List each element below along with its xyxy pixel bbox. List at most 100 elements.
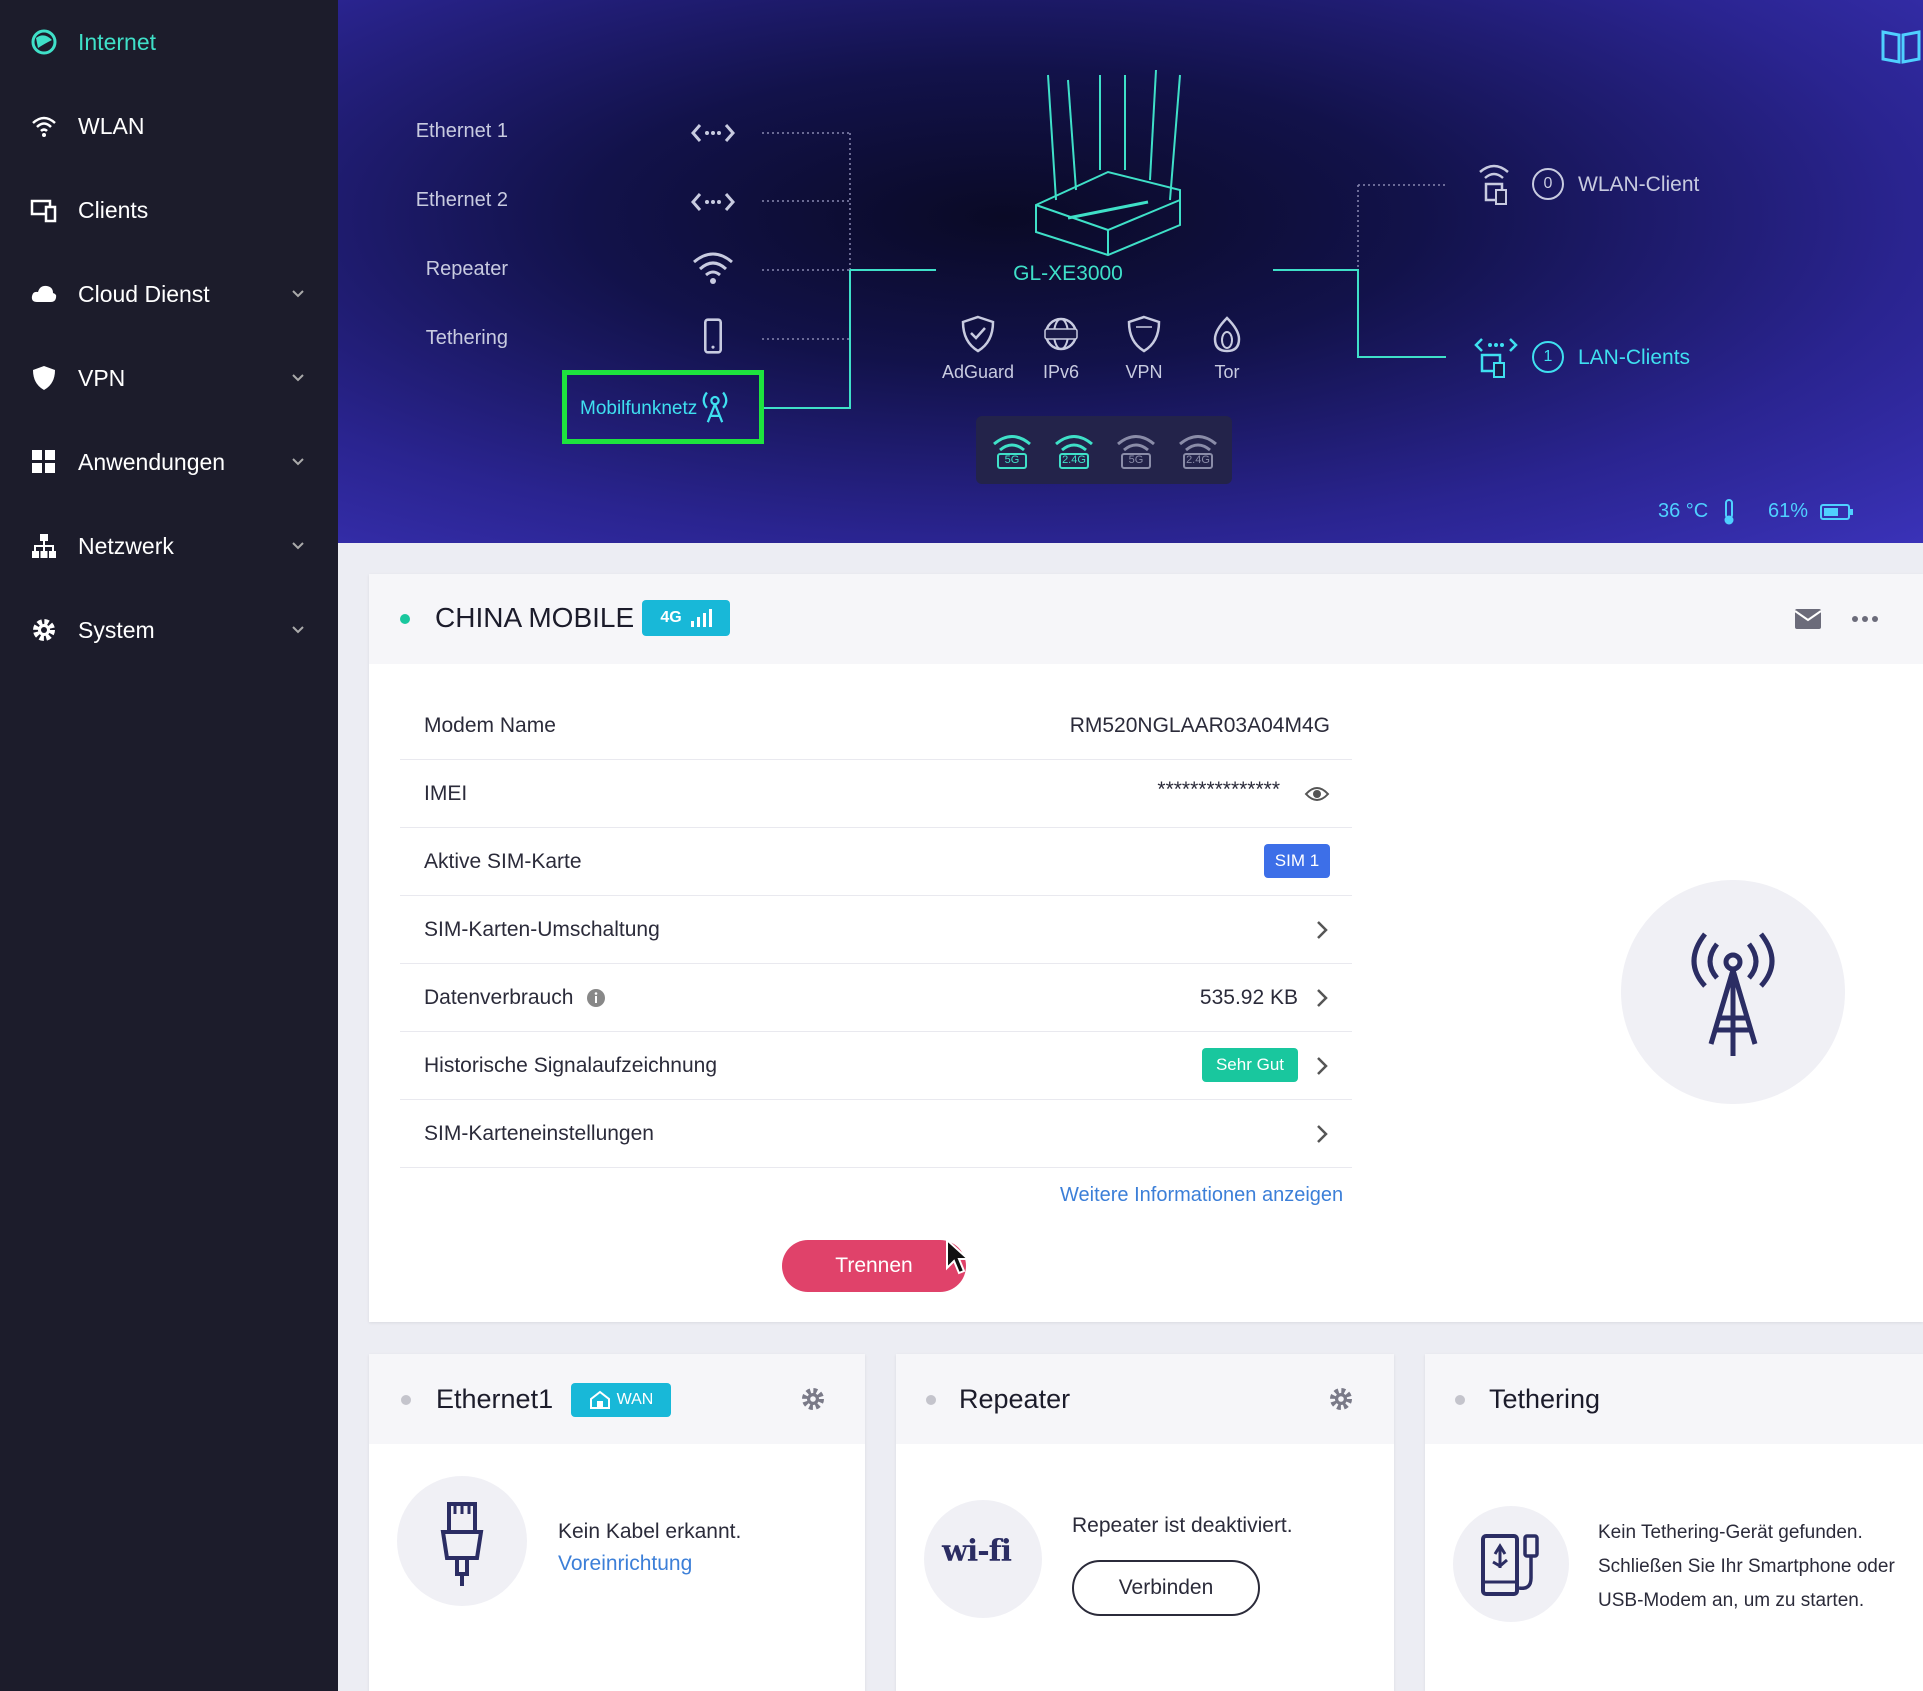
sim-settings-row[interactable]: SIM-Karteneinstellungen (400, 1100, 1352, 1168)
network-icon (32, 534, 56, 558)
eye-icon[interactable] (1304, 784, 1330, 804)
signal-history-row[interactable]: Historische Signalaufzeichnung Sehr Gut (400, 1032, 1352, 1100)
sidebar-item-label: WLAN (78, 112, 145, 139)
chevron-right-icon (1317, 1057, 1328, 1075)
feature-ipv6[interactable]: IPv6 (1021, 314, 1101, 383)
sidebar: Internet WLAN Clients Cloud Dienst VPN A… (0, 0, 338, 1691)
network-topology: Ethernet 1 Ethernet 2 Repeater Tethering… (338, 0, 1923, 543)
sidebar-item-system[interactable]: System (0, 600, 338, 660)
sidebar-item-label: Clients (78, 196, 149, 223)
sidebar-item-cloud[interactable]: Cloud Dienst (0, 264, 338, 324)
status-dot (400, 614, 410, 624)
lan-client-icon (1474, 338, 1518, 378)
carrier-name: CHINA MOBILE (435, 602, 635, 633)
more-options-icon[interactable] (1851, 614, 1879, 624)
wlan-client-icon (1479, 164, 1509, 205)
gear-icon[interactable] (1328, 1386, 1354, 1412)
phone-icon (704, 318, 722, 354)
shield-icon (33, 366, 55, 390)
chevron-down-icon (292, 290, 304, 298)
sidebar-item-wlan[interactable]: WLAN (0, 96, 338, 156)
sidebar-item-internet[interactable]: Internet (0, 12, 338, 72)
chevron-down-icon (292, 542, 304, 550)
repeater-status-text: Repeater ist deaktiviert. (1072, 1514, 1293, 1537)
globe-icon (31, 29, 57, 55)
wifi-band-label: 2.4G (1186, 454, 1210, 466)
row-label: Historische Signalaufzeichnung (424, 1054, 718, 1077)
feature-ipv6-label: IPv6 (1042, 362, 1080, 382)
info-icon[interactable] (586, 988, 606, 1008)
row-label: Datenverbrauch (424, 986, 574, 1009)
source-ethernet-2-label[interactable]: Ethernet 2 (338, 189, 508, 212)
sidebar-item-anwendungen[interactable]: Anwendungen (0, 432, 338, 492)
tethering-status-line: USB-Modem an, um zu starten. (1598, 1590, 1865, 1611)
connect-button[interactable]: Verbinden (1072, 1560, 1260, 1616)
source-tethering-label[interactable]: Tethering (338, 327, 508, 350)
chevron-right-icon (1317, 1125, 1328, 1143)
sidebar-item-label: Internet (78, 28, 156, 55)
feature-tor[interactable]: Tor (1187, 314, 1267, 383)
sim-badge: SIM 1 (1264, 844, 1330, 878)
setup-link[interactable]: Voreinrichtung (558, 1552, 692, 1576)
sidebar-item-clients[interactable]: Clients (0, 180, 338, 240)
wlan-client-label[interactable]: WLAN-Client (1578, 173, 1699, 197)
sidebar-item-netzwerk[interactable]: Netzwerk (0, 516, 338, 576)
wifi-logo-icon: wi-fi (942, 1534, 1012, 1569)
lan-client-label[interactable]: LAN-Clients (1578, 346, 1690, 370)
feature-adguard[interactable]: AdGuard (938, 314, 1018, 383)
source-mobilfunknetz-label[interactable]: Mobilfunknetz (580, 398, 697, 420)
signal-bars-icon (690, 609, 712, 627)
apps-icon (32, 450, 55, 473)
message-icon[interactable] (1794, 608, 1822, 630)
network-type-label: 4G (660, 609, 682, 626)
chevron-down-icon (292, 626, 304, 634)
battery-icon (1820, 504, 1853, 520)
active-sim-row: Aktive SIM-Karte SIM 1 (400, 828, 1352, 896)
sidebar-item-label: Anwendungen (78, 448, 226, 475)
sidebar-item-label: Cloud Dienst (78, 280, 210, 307)
gear-icon (33, 619, 55, 641)
lan-client-count: 1 (1532, 341, 1564, 373)
disconnect-button[interactable]: Trennen (782, 1240, 966, 1292)
ipv6-icon (1044, 317, 1078, 351)
cloud-icon (31, 285, 57, 302)
wifi-band-bar: 5G 2.4G 5G 2.4G (976, 416, 1232, 484)
row-label: Modem Name (424, 714, 556, 737)
sidebar-item-label: System (78, 616, 155, 643)
wan-badge-label: WAN (616, 1391, 654, 1408)
ethernet-arrows-icon (691, 193, 735, 211)
sim-switch-row[interactable]: SIM-Karten-Umschaltung (400, 896, 1352, 964)
more-info-link[interactable]: Weitere Informationen anzeigen (1060, 1184, 1343, 1207)
data-usage-value: 535.92 KB (1199, 986, 1298, 1009)
signal-quality-badge: Sehr Gut (1202, 1048, 1298, 1082)
gear-icon[interactable] (800, 1386, 826, 1412)
usb-phone-icon (1481, 1534, 1539, 1596)
status-dot (926, 1395, 936, 1405)
sidebar-item-vpn[interactable]: VPN (0, 348, 338, 408)
tethering-status-text: Kein Tethering-Gerät gefunden. Schließen… (1598, 1516, 1895, 1618)
feature-vpn[interactable]: VPN (1104, 314, 1184, 383)
ethernet-plug-icon (440, 1502, 484, 1586)
adguard-icon (961, 315, 995, 353)
feature-adguard-label: AdGuard (941, 362, 1015, 382)
ethernet-card-title: Ethernet1 (436, 1384, 554, 1414)
tor-icon (1213, 316, 1241, 353)
wifi-icon (693, 252, 733, 284)
wan-icon (589, 1390, 610, 1409)
modem-name-row: Modem Name RM520NGLAAR03A04M4G (400, 692, 1352, 760)
data-usage-row[interactable]: Datenverbrauch 535.92 KB (400, 964, 1352, 1032)
status-dot (401, 1395, 411, 1405)
wifi-band-label: 5G (1128, 454, 1144, 466)
chevron-right-icon (1317, 921, 1328, 939)
devices-icon (30, 199, 57, 223)
source-ethernet-1-label[interactable]: Ethernet 1 (338, 120, 508, 143)
source-repeater-label[interactable]: Repeater (338, 258, 508, 281)
battery-value: 61% (1768, 500, 1809, 522)
thermometer-icon (1724, 499, 1734, 525)
wan-badge: WAN (571, 1383, 671, 1417)
tethering-card-title: Tethering (1489, 1384, 1601, 1414)
wifi-band-label: 5G (1004, 454, 1020, 466)
wlan-client-count: 0 (1532, 168, 1564, 200)
modem-name-value: RM520NGLAAR03A04M4G (1069, 714, 1330, 737)
temperature-value: 36 °C (1658, 500, 1709, 522)
